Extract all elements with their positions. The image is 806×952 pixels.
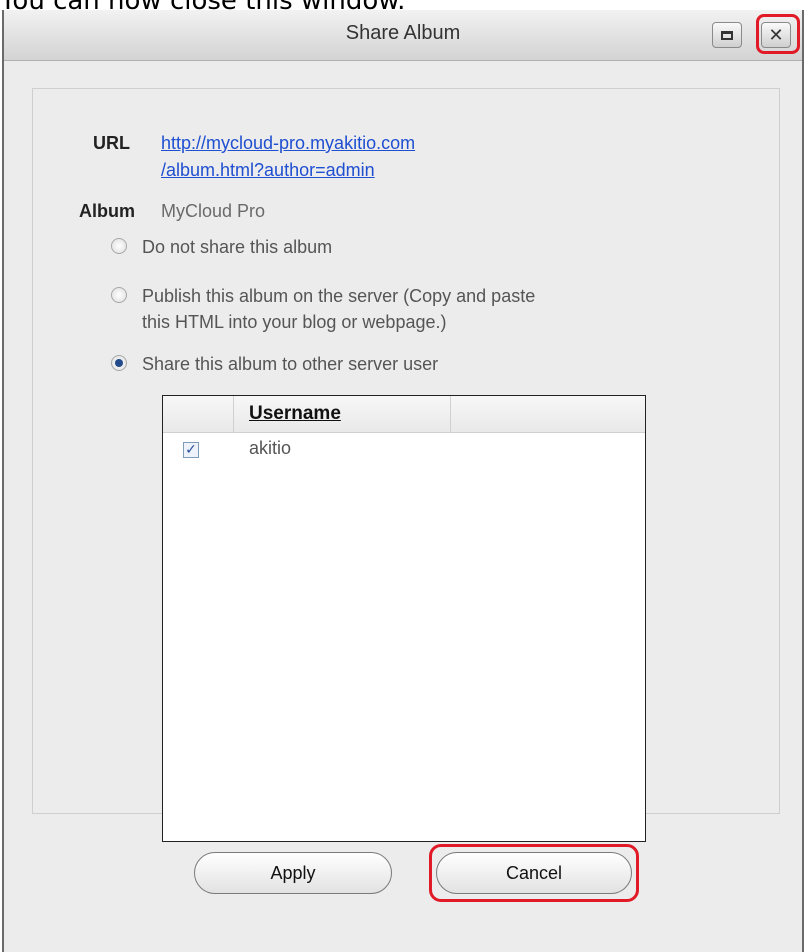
close-button[interactable]: ✕ bbox=[761, 22, 791, 48]
url-label: URL bbox=[93, 133, 130, 153]
album-url-link-continued[interactable]: /album.html?author=admin bbox=[161, 160, 375, 181]
option-share-to-user[interactable]: Share this album to other server user bbox=[111, 351, 438, 377]
title-bar: Share Album ✕ bbox=[4, 10, 802, 61]
option-label: Share this album to other server user bbox=[142, 354, 439, 374]
column-divider bbox=[450, 396, 451, 432]
maximize-icon bbox=[721, 30, 733, 40]
table-row[interactable]: ✓ akitio bbox=[163, 432, 645, 468]
maximize-button[interactable] bbox=[712, 22, 742, 48]
radio-button[interactable] bbox=[111, 238, 127, 254]
apply-button[interactable]: Apply bbox=[194, 852, 392, 894]
users-table: Username ✓ akitio bbox=[162, 395, 646, 842]
album-label: Album bbox=[79, 201, 135, 221]
option-do-not-share[interactable]: Do not share this album bbox=[111, 234, 332, 260]
option-label: Do not share this album bbox=[142, 237, 333, 257]
username-column-header[interactable]: Username bbox=[249, 403, 341, 425]
close-icon: ✕ bbox=[768, 24, 784, 45]
table-header: Username bbox=[163, 396, 645, 433]
column-divider bbox=[233, 396, 234, 432]
cancel-button[interactable]: Cancel bbox=[436, 852, 632, 894]
radio-button[interactable] bbox=[111, 287, 127, 303]
option-label: Publish this album on the server (Copy a… bbox=[142, 286, 536, 306]
username-cell: akitio bbox=[249, 438, 292, 458]
share-album-dialog: Share Album ✕ URL http://mycloud-pro.mya… bbox=[2, 10, 804, 952]
option-publish[interactable]: Publish this album on the server (Copy a… bbox=[111, 283, 535, 335]
option-label-continued: this HTML into your blog or webpage.) bbox=[142, 312, 447, 332]
checkmark-icon: ✓ bbox=[185, 441, 197, 457]
dialog-title: Share Album bbox=[345, 22, 461, 44]
album-url-link[interactable]: http://mycloud-pro.myakitio.com bbox=[161, 133, 415, 154]
user-checkbox[interactable]: ✓ bbox=[183, 442, 199, 458]
radio-button-selected[interactable] bbox=[111, 355, 127, 371]
album-name: MyCloud Pro bbox=[161, 201, 266, 221]
